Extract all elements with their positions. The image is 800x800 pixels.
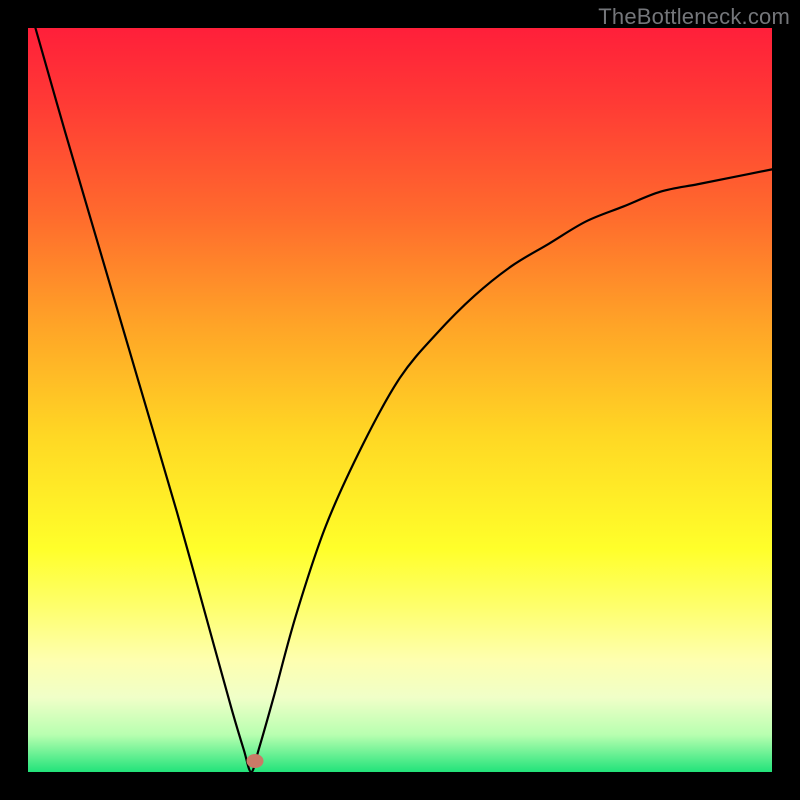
chart-frame: TheBottleneck.com — [0, 0, 800, 800]
curve-svg — [28, 28, 772, 772]
optimal-point-marker — [246, 754, 263, 768]
plot-area — [28, 28, 772, 772]
bottleneck-curve — [35, 28, 772, 772]
watermark-text: TheBottleneck.com — [598, 4, 790, 30]
